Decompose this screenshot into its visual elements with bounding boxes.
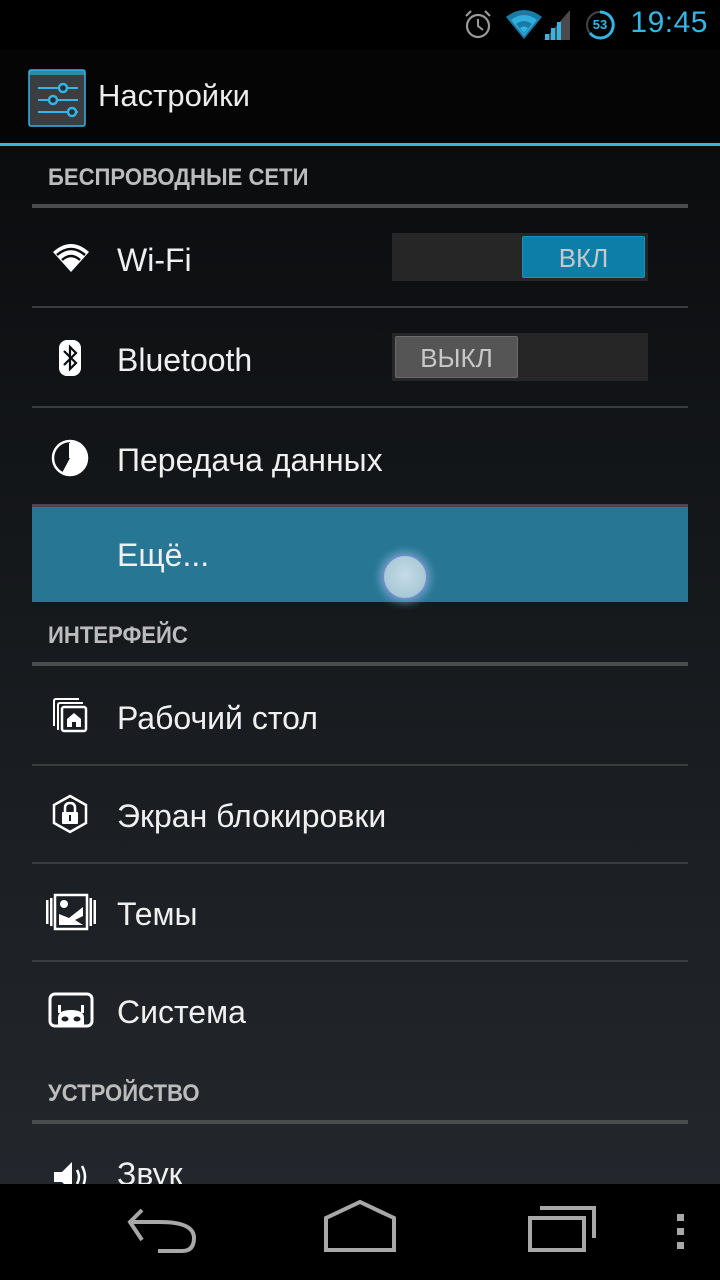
item-label: Bluetooth (117, 342, 253, 378)
page-title: Настройки (98, 78, 251, 113)
item-label: Звук (117, 1156, 183, 1184)
list-item-sound[interactable]: Звук (32, 1126, 688, 1184)
item-label: Рабочий стол (117, 700, 318, 736)
menu-overflow-button[interactable] (672, 1198, 692, 1268)
home-button[interactable] (318, 1198, 402, 1268)
section-header-label: ИНТЕРФЕЙС (48, 622, 188, 649)
list-item-themes[interactable]: Темы (32, 864, 688, 962)
launcher-home-icon (53, 698, 88, 733)
recent-apps-button[interactable] (524, 1198, 600, 1268)
list-item-data-usage[interactable]: Передача данных (32, 410, 688, 508)
action-bar: Настройки (0, 50, 720, 146)
list-item-wifi[interactable]: Wi-Fi ВКЛ (32, 210, 688, 308)
sound-icon (54, 1162, 87, 1184)
item-label: Темы (117, 896, 198, 932)
wifi-signal-icon (506, 10, 542, 39)
section-header-label: УСТРОЙСТВО (48, 1080, 200, 1107)
item-label: Передача данных (117, 442, 383, 478)
list-item-lock-screen[interactable]: Экран блокировки (32, 766, 688, 864)
bluetooth-toggle[interactable]: ВЫКЛ (392, 333, 648, 381)
back-button[interactable] (120, 1198, 200, 1268)
wifi-icon (53, 244, 89, 272)
section-header-label: БЕСПРОВОДНЫЕ СЕТИ (48, 164, 309, 191)
wifi-toggle[interactable]: ВКЛ (392, 233, 648, 281)
toggle-thumb: ВКЛ (522, 236, 645, 278)
item-label: Система (117, 994, 246, 1030)
system-android-icon (48, 992, 94, 1028)
item-label: Экран блокировки (117, 798, 387, 834)
section-header-interface: ИНТЕРФЕЙС (32, 604, 688, 666)
lock-screen-icon (52, 794, 88, 834)
settings-sliders-icon[interactable] (28, 69, 86, 127)
settings-list[interactable]: БЕСПРОВОДНЫЕ СЕТИ Wi-Fi ВКЛ Bluetooth ВЫ… (0, 146, 720, 1184)
cell-signal-icon (544, 10, 570, 40)
list-item-launcher[interactable]: Рабочий стол (32, 668, 688, 766)
section-header-wireless: БЕСПРОВОДНЫЕ СЕТИ (32, 146, 688, 208)
battery-icon: 53 (585, 10, 615, 40)
clock: 19:45 (630, 6, 708, 39)
alarm-icon (465, 10, 491, 39)
status-bar: 53 19:45 (0, 0, 720, 50)
touch-indicator (382, 554, 428, 600)
battery-level: 53 (592, 17, 608, 32)
list-item-system[interactable]: Система (32, 962, 688, 1060)
item-label: Wi-Fi (117, 242, 192, 278)
item-label: Ещё... (117, 537, 210, 573)
section-header-device: УСТРОЙСТВО (32, 1062, 688, 1124)
list-item-bluetooth[interactable]: Bluetooth ВЫКЛ (32, 310, 688, 408)
list-item-more[interactable]: Ещё... (32, 504, 688, 602)
themes-icon (46, 893, 96, 931)
navigation-bar (0, 1184, 720, 1280)
data-usage-icon (51, 439, 89, 477)
toggle-thumb: ВЫКЛ (395, 336, 518, 378)
bluetooth-icon (59, 340, 81, 376)
